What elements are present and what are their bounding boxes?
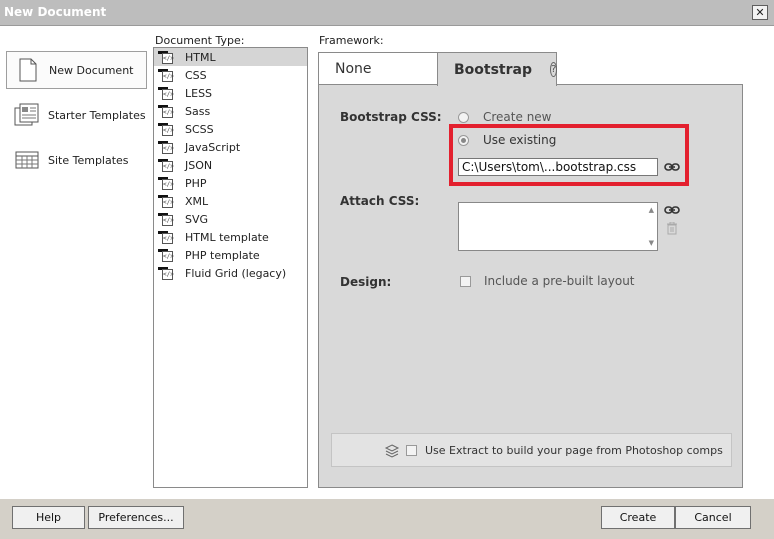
code-file-icon: </> [158, 104, 176, 118]
attach-css-label: Attach CSS: [340, 194, 420, 208]
code-file-icon: </> [158, 248, 176, 262]
design-label: Design: [340, 275, 392, 289]
code-file-icon: </> [158, 176, 176, 190]
category-label: Starter Templates [48, 108, 146, 122]
document-type-list[interactable]: </> HTML </> CSS </> LESS </> Sass </> SCSS <… [153, 47, 308, 488]
code-file-icon: </> [158, 194, 176, 208]
create-button[interactable]: Create [601, 506, 675, 529]
radio-label: Create new [483, 110, 552, 124]
dialog-body: New Document Starter Templates Site Temp… [0, 26, 774, 499]
code-file-icon: </> [158, 212, 176, 226]
list-item-label: PHP template [185, 248, 260, 262]
list-item-label: JavaScript [185, 140, 241, 154]
list-item-label: JSON [185, 158, 213, 172]
list-item-label: HTML template [185, 230, 269, 244]
code-file-icon: </> [158, 266, 176, 280]
preferences-button[interactable]: Preferences... [88, 506, 184, 529]
radio-dot [458, 111, 469, 123]
category-new-document[interactable]: New Document [6, 51, 147, 89]
list-item-label: PHP [185, 176, 207, 190]
list-item-label: CSS [185, 68, 207, 82]
code-file-icon: </> [158, 68, 176, 82]
code-file-icon: </> [158, 140, 176, 154]
scroll-up-icon[interactable]: ▲ [649, 206, 654, 214]
starter-templates-icon [14, 103, 40, 127]
create-new-radio[interactable]: Create new [458, 110, 552, 124]
bootstrap-css-label: Bootstrap CSS: [340, 110, 442, 124]
framework-label: Framework: [319, 34, 384, 47]
list-item-scss[interactable]: </> SCSS [154, 120, 307, 138]
extract-label: Use Extract to build your page from Phot… [425, 443, 723, 457]
list-item-sass[interactable]: </> Sass [154, 102, 307, 120]
list-item-svg[interactable]: </> SVG [154, 210, 307, 228]
cancel-button[interactable]: Cancel [675, 506, 751, 529]
code-file-icon: </> [158, 230, 176, 244]
help-button[interactable]: Help [12, 506, 85, 529]
site-templates-icon [14, 151, 40, 169]
category-starter-templates[interactable]: Starter Templates [6, 96, 147, 134]
list-item-label: HTML [185, 50, 216, 64]
link-icon[interactable] [664, 204, 680, 216]
attach-css-list[interactable]: ▲ ▼ [458, 202, 658, 251]
blank-page-icon [15, 58, 41, 82]
tab-label: None [335, 61, 372, 77]
list-item-javascript[interactable]: </> JavaScript [154, 138, 307, 156]
document-type-label: Document Type: [155, 34, 245, 47]
code-file-icon: </> [158, 86, 176, 100]
list-item-xml[interactable]: </> XML [154, 192, 307, 210]
list-item-json[interactable]: </> JSON [154, 156, 307, 174]
extract-checkbox[interactable] [406, 444, 417, 456]
list-item-php-template[interactable]: </> PHP template [154, 246, 307, 264]
category-label: Site Templates [48, 153, 129, 167]
code-file-icon: </> [158, 122, 176, 136]
tab-label: Bootstrap [454, 61, 532, 78]
extract-bar: Use Extract to build your page from Phot… [331, 433, 732, 467]
help-icon[interactable]: ? [550, 62, 558, 77]
category-site-templates[interactable]: Site Templates [6, 141, 147, 179]
trash-icon[interactable] [666, 221, 682, 235]
category-label: New Document [49, 63, 134, 77]
list-item-php[interactable]: </> PHP [154, 174, 307, 192]
code-file-icon: </> [158, 50, 176, 64]
scroll-down-icon[interactable]: ▼ [649, 239, 654, 247]
list-item-label: SVG [185, 212, 209, 226]
list-item-less[interactable]: </> LESS [154, 84, 307, 102]
window-title: New Document [4, 5, 107, 19]
list-item-fluid-grid[interactable]: </> Fluid Grid (legacy) [154, 264, 307, 282]
close-button[interactable]: ✕ [752, 5, 768, 20]
code-file-icon: </> [158, 158, 176, 172]
list-item-label: XML [185, 194, 209, 208]
list-item-css[interactable]: </> CSS [154, 66, 307, 84]
list-item-label: Fluid Grid (legacy) [185, 266, 287, 280]
checkbox-label: Include a pre-built layout [484, 274, 635, 288]
checkbox-box [460, 275, 471, 287]
list-item-html-template[interactable]: </> HTML template [154, 228, 307, 246]
list-item-html[interactable]: </> HTML [154, 48, 307, 66]
prebuilt-layout-checkbox[interactable]: Include a pre-built layout [460, 274, 635, 288]
list-item-label: Sass [185, 104, 211, 118]
list-item-label: LESS [185, 86, 213, 100]
list-item-label: SCSS [185, 122, 214, 136]
highlight-box [449, 124, 689, 186]
tab-bootstrap[interactable]: Bootstrap ? [437, 52, 558, 86]
title-bar: New Document ✕ [0, 0, 774, 26]
layers-icon [384, 443, 400, 463]
tab-none[interactable]: None [318, 52, 438, 85]
